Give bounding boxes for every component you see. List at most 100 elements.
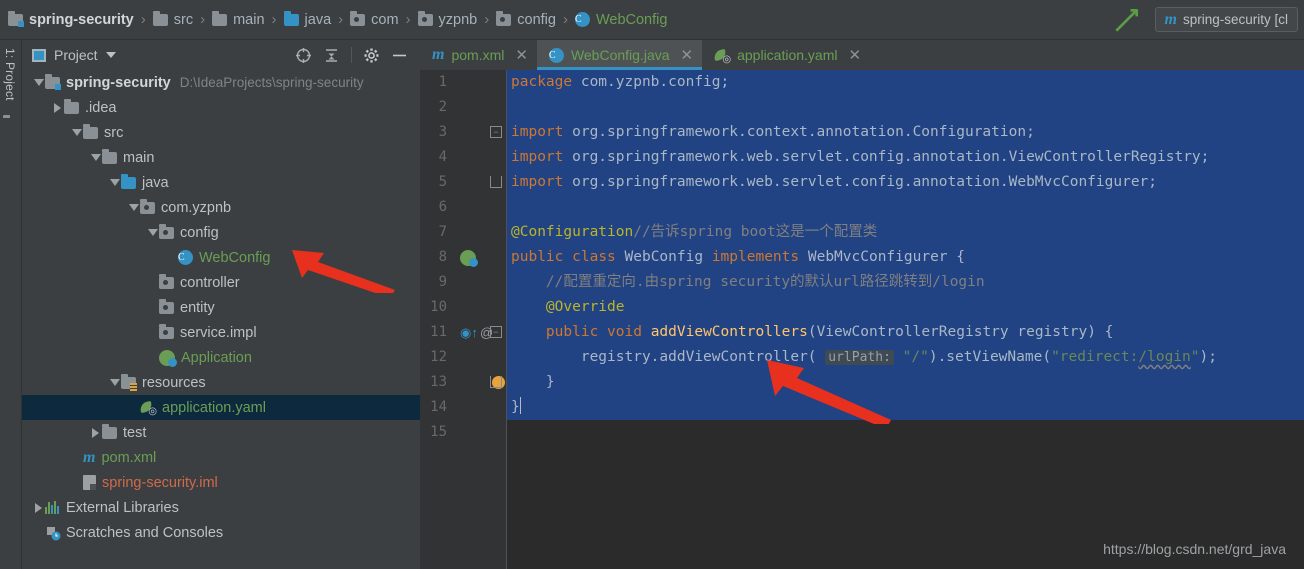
tree-expand-right-icon[interactable] xyxy=(32,502,45,513)
hide-panel-icon[interactable] xyxy=(391,47,408,64)
tree-node[interactable]: Application xyxy=(22,345,420,370)
tree-node[interactable]: com.yzpnb xyxy=(22,195,420,220)
code-line: public class WebConfig implements WebMvc… xyxy=(507,245,1304,270)
code-token: org.springframework.web.servlet.config.a… xyxy=(563,174,1158,190)
iml-file-icon xyxy=(83,475,96,490)
tree-node[interactable]: spring-security.iml xyxy=(22,470,420,495)
code-token: " xyxy=(1190,349,1200,365)
locate-icon[interactable] xyxy=(295,47,312,64)
tree-node[interactable]: main xyxy=(22,145,420,170)
editor-tab-webconfig-java[interactable]: C WebConfig.java ✕ xyxy=(536,40,703,70)
close-icon[interactable]: ✕ xyxy=(681,46,694,64)
breadcrumb-separator: › xyxy=(562,11,568,28)
project-panel: Project spring-security D:\IdeaProjects\s… xyxy=(22,40,420,569)
package-icon xyxy=(159,301,174,314)
code-token: org.springframework.context.annotation.C… xyxy=(563,124,1035,140)
code-token: void xyxy=(607,324,642,340)
code-line: public void addViewControllers(ViewContr… xyxy=(507,320,1304,345)
tree-node[interactable]: m pom.xml xyxy=(22,445,420,470)
tree-expand-right-icon[interactable] xyxy=(89,427,102,438)
source-folder-icon xyxy=(283,13,299,26)
tree-expand-down-icon[interactable] xyxy=(32,79,45,86)
collapse-all-icon[interactable] xyxy=(323,47,340,64)
editor-gutter[interactable]: 1 2 3−4 5 6 7 8 9 10 11 ◉↑ @ −12 13 14 15 xyxy=(420,70,507,569)
tree-node[interactable]: java xyxy=(22,170,420,195)
tree-node[interactable]: service.impl xyxy=(22,320,420,345)
tree-node[interactable]: spring-security D:\IdeaProjects\spring-se… xyxy=(22,70,420,95)
gutter-line: 15 xyxy=(420,420,506,445)
java-class-icon: C xyxy=(574,12,590,27)
code-token: import xyxy=(511,124,564,140)
breadcrumb-item-yzpnb[interactable]: yzpnb xyxy=(417,12,477,28)
code-fold-end-icon[interactable] xyxy=(490,176,502,188)
editor-tab-application-yaml[interactable]: application.yaml ✕ xyxy=(702,40,871,70)
tree-node-label: spring-security.iml xyxy=(102,474,218,491)
tree-node[interactable]: entity xyxy=(22,295,420,320)
editor-tab-label: application.yaml xyxy=(737,47,838,63)
module-folder-icon xyxy=(8,13,23,26)
code-line: @Override xyxy=(507,295,1304,320)
code-editor[interactable]: 1 2 3−4 5 6 7 8 9 10 11 ◉↑ @ −12 13 14 15 package com.y… xyxy=(420,70,1304,569)
breadcrumb-label: spring-security xyxy=(29,11,134,28)
gutter-line: 11 ◉↑ @ − xyxy=(420,320,506,345)
tree-expand-right-icon[interactable] xyxy=(51,102,64,113)
package-icon xyxy=(140,201,155,214)
tree-node[interactable]: src xyxy=(22,120,420,145)
project-tree[interactable]: spring-security D:\IdeaProjects\spring-se… xyxy=(22,70,420,569)
parameter-hint: urlPath: xyxy=(825,350,894,365)
tree-node[interactable]: Scratches and Consoles xyxy=(22,520,420,545)
close-icon[interactable]: ✕ xyxy=(515,46,528,64)
tree-node-selected[interactable]: application.yaml xyxy=(22,395,420,420)
code-fold-minus-icon[interactable]: − xyxy=(490,126,502,138)
tree-node[interactable]: config xyxy=(22,220,420,245)
spring-bean-icon[interactable] xyxy=(460,245,478,270)
tree-expand-down-icon[interactable] xyxy=(146,229,159,236)
code-token: com.yzpnb.config; xyxy=(572,74,730,90)
tree-node[interactable]: .idea xyxy=(22,95,420,120)
breadcrumb-item-src[interactable]: src xyxy=(152,12,193,28)
run-configuration-selector[interactable]: m spring-security [cl xyxy=(1154,7,1298,32)
breadcrumb-separator: › xyxy=(271,11,277,28)
tree-expand-down-icon[interactable] xyxy=(108,179,121,186)
package-icon xyxy=(496,13,512,26)
editor-tab-pom-xml[interactable]: m pom.xml ✕ xyxy=(420,40,537,70)
chevron-down-icon[interactable] xyxy=(105,52,116,58)
breadcrumb-item-main[interactable]: main xyxy=(212,12,265,28)
line-number: 14 xyxy=(430,399,447,415)
editor-tab-bar: mpom.xml✕CWebConfig.java✕application.yam… xyxy=(420,40,1304,70)
breadcrumb-item-java[interactable]: java xyxy=(283,12,331,28)
tree-expand-down-icon[interactable] xyxy=(89,154,102,161)
override-method-icon[interactable]: ◉↑ xyxy=(460,320,478,345)
tree-node[interactable]: controller xyxy=(22,270,420,295)
breadcrumb-item-config[interactable]: config xyxy=(496,12,556,28)
code-line: registry.addViewController( urlPath: "/"… xyxy=(507,345,1304,370)
project-window-icon xyxy=(32,48,46,62)
code-token: ).setViewName( xyxy=(928,349,1052,365)
breadcrumb-item-spring-security[interactable]: spring-security xyxy=(8,12,134,28)
tree-node[interactable]: resources xyxy=(22,370,420,395)
tree-node-label: WebConfig xyxy=(199,249,271,266)
code-line: } xyxy=(507,395,1304,420)
text-caret xyxy=(519,397,521,414)
toolbar-divider xyxy=(351,47,352,63)
tree-expand-down-icon[interactable] xyxy=(70,129,83,136)
java-class-icon: C xyxy=(548,47,564,63)
tree-node[interactable]: C WebConfig xyxy=(22,245,420,270)
close-icon[interactable]: ✕ xyxy=(848,46,861,64)
tree-node[interactable]: test xyxy=(22,420,420,445)
breadcrumb-item-com[interactable]: com xyxy=(350,12,399,28)
breadcrumb-item-webconfig[interactable]: C WebConfig xyxy=(574,12,667,28)
run-arrow-icon[interactable]: ⟶ xyxy=(1106,0,1146,39)
settings-gear-icon[interactable] xyxy=(363,47,380,64)
tree-node[interactable]: External Libraries xyxy=(22,495,420,520)
breadcrumb-label: config xyxy=(517,11,556,28)
code-content[interactable]: package com.yzpnb.config; import org.spri… xyxy=(507,70,1304,569)
breadcrumb-separator: › xyxy=(405,11,411,28)
code-fold-minus-icon[interactable]: − xyxy=(490,326,502,338)
gutter-line: 1 xyxy=(420,70,506,95)
project-tool-window-button[interactable]: 1: Project xyxy=(3,48,17,101)
code-fold-end-icon[interactable] xyxy=(490,376,502,388)
tree-expand-down-icon[interactable] xyxy=(127,204,140,211)
tree-expand-down-icon[interactable] xyxy=(108,379,121,386)
